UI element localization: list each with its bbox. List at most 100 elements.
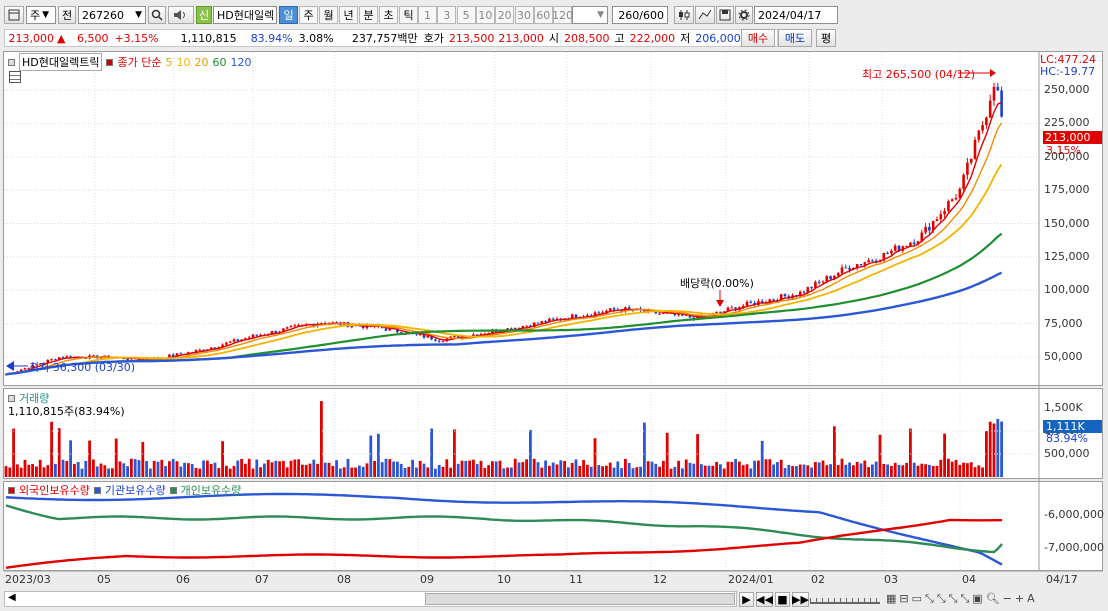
candle-body [536,322,540,324]
volume-bar [665,432,669,477]
volume-bar [878,434,882,477]
volume-bar [255,459,259,477]
tool-icon[interactable]: ⤡ [925,592,934,606]
legend-toggle[interactable] [8,58,15,66]
volume-bar [711,465,715,477]
volume-bar [798,464,802,477]
volume-bar [502,468,506,477]
high-arrow-head [990,69,996,77]
volume-bar [795,466,798,477]
volume-bar [848,462,851,477]
candle-body [171,354,175,357]
volume-bar [719,464,722,477]
ma-5-label: 5 [165,55,173,69]
volume-bar [586,464,589,477]
volume-bar [639,466,642,477]
volume-bar [327,462,331,477]
tool-icon[interactable]: ⊟ [899,592,908,606]
rewind-icon[interactable]: ◀◀ [756,591,773,607]
candle-body [954,197,958,200]
legend-toggle[interactable] [8,394,15,402]
candle-body [840,267,844,274]
volume-bar [434,468,437,477]
x-axis-label: 09 [420,573,434,586]
candle-body [612,308,616,310]
tool-icon[interactable]: ⤡ [937,592,946,606]
magnifier-icon[interactable]: 🔍︎ [986,592,1000,606]
volume-bar [783,468,787,477]
volume-bar [684,459,688,477]
volume-bar [840,458,844,477]
volume-bar [692,463,696,477]
volume-bar [114,438,118,477]
zoom-out-icon[interactable]: − [1003,592,1012,606]
volume-bar [616,461,620,477]
candle-body [251,334,255,338]
volume-value: 1,110,815주(83.94%) [8,405,125,418]
zoom-slider[interactable] [810,594,880,604]
zoom-in-icon[interactable]: + [1015,592,1024,606]
play-icon[interactable]: ▶ [739,591,754,607]
horizontal-scrollbar[interactable]: ◀ [4,591,737,607]
volume-bar [582,459,585,477]
volume-bar [46,465,50,477]
volume-bar [540,467,544,477]
candle-body [966,162,969,175]
tool-icon[interactable]: ▣ [972,592,982,606]
volume-bar [339,468,342,477]
volume-bar [472,459,475,477]
volume-bar [844,464,848,477]
volume-bar [510,467,513,477]
price-y-tick: 200,000 [1044,149,1090,163]
candle-body [802,291,806,293]
x-axis-label: 04/17 [1046,573,1078,586]
volume-bar [806,465,810,477]
scroll-left-icon[interactable]: ◀ [8,592,16,603]
candle-body [912,242,916,245]
low-annotation: 최저 36,300 (03/30) [29,361,136,374]
legend-toggle[interactable] [8,486,15,494]
volume-bar [282,460,285,477]
volume-bar [137,460,141,477]
candle-body [935,219,939,222]
volume-bar [76,462,80,477]
x-axis-label: 08 [337,573,351,586]
volume-bar [988,421,992,477]
volume-bar [99,463,103,477]
candle-body [745,301,749,306]
volume-bar [867,467,870,477]
volume-bar [776,462,779,477]
tool-icon[interactable]: ⤡ [949,592,958,606]
volume-bar [126,466,129,477]
volume-bar [31,464,34,477]
tool-icon[interactable]: ⤡ [960,592,969,606]
x-axis-label: 2024/01 [728,573,774,586]
volume-bar [42,467,46,477]
forward-icon[interactable]: ▶▶ [792,591,809,607]
candle-body [662,312,665,314]
volume-bar [814,462,817,477]
tool-icon[interactable]: ▭ [912,592,922,606]
tool-icon[interactable]: ▦ [886,592,896,606]
volume-bar [396,461,399,477]
grid-table-icon[interactable] [9,71,21,83]
volume-bar [27,464,31,477]
volume-bar [430,428,433,477]
stop-icon[interactable]: ■ [775,591,790,607]
legend-toggle[interactable] [169,486,177,494]
individual-line [5,504,1003,554]
volume-bar [168,461,171,477]
volume-bar [84,460,88,477]
scroll-thumb[interactable] [425,593,735,605]
x-axis-label: 02 [811,573,825,586]
candle-body [848,267,851,270]
volume-bar [69,440,72,477]
chart-canvas[interactable] [0,0,1108,611]
volume-bar [897,464,901,477]
legend-toggle[interactable] [106,58,114,66]
price-y-tick: 175,000 [1044,183,1090,197]
volume-bar [536,462,540,477]
candle-body [225,342,228,345]
legend-toggle[interactable] [93,486,101,494]
font-size-icon[interactable]: A [1027,592,1035,606]
